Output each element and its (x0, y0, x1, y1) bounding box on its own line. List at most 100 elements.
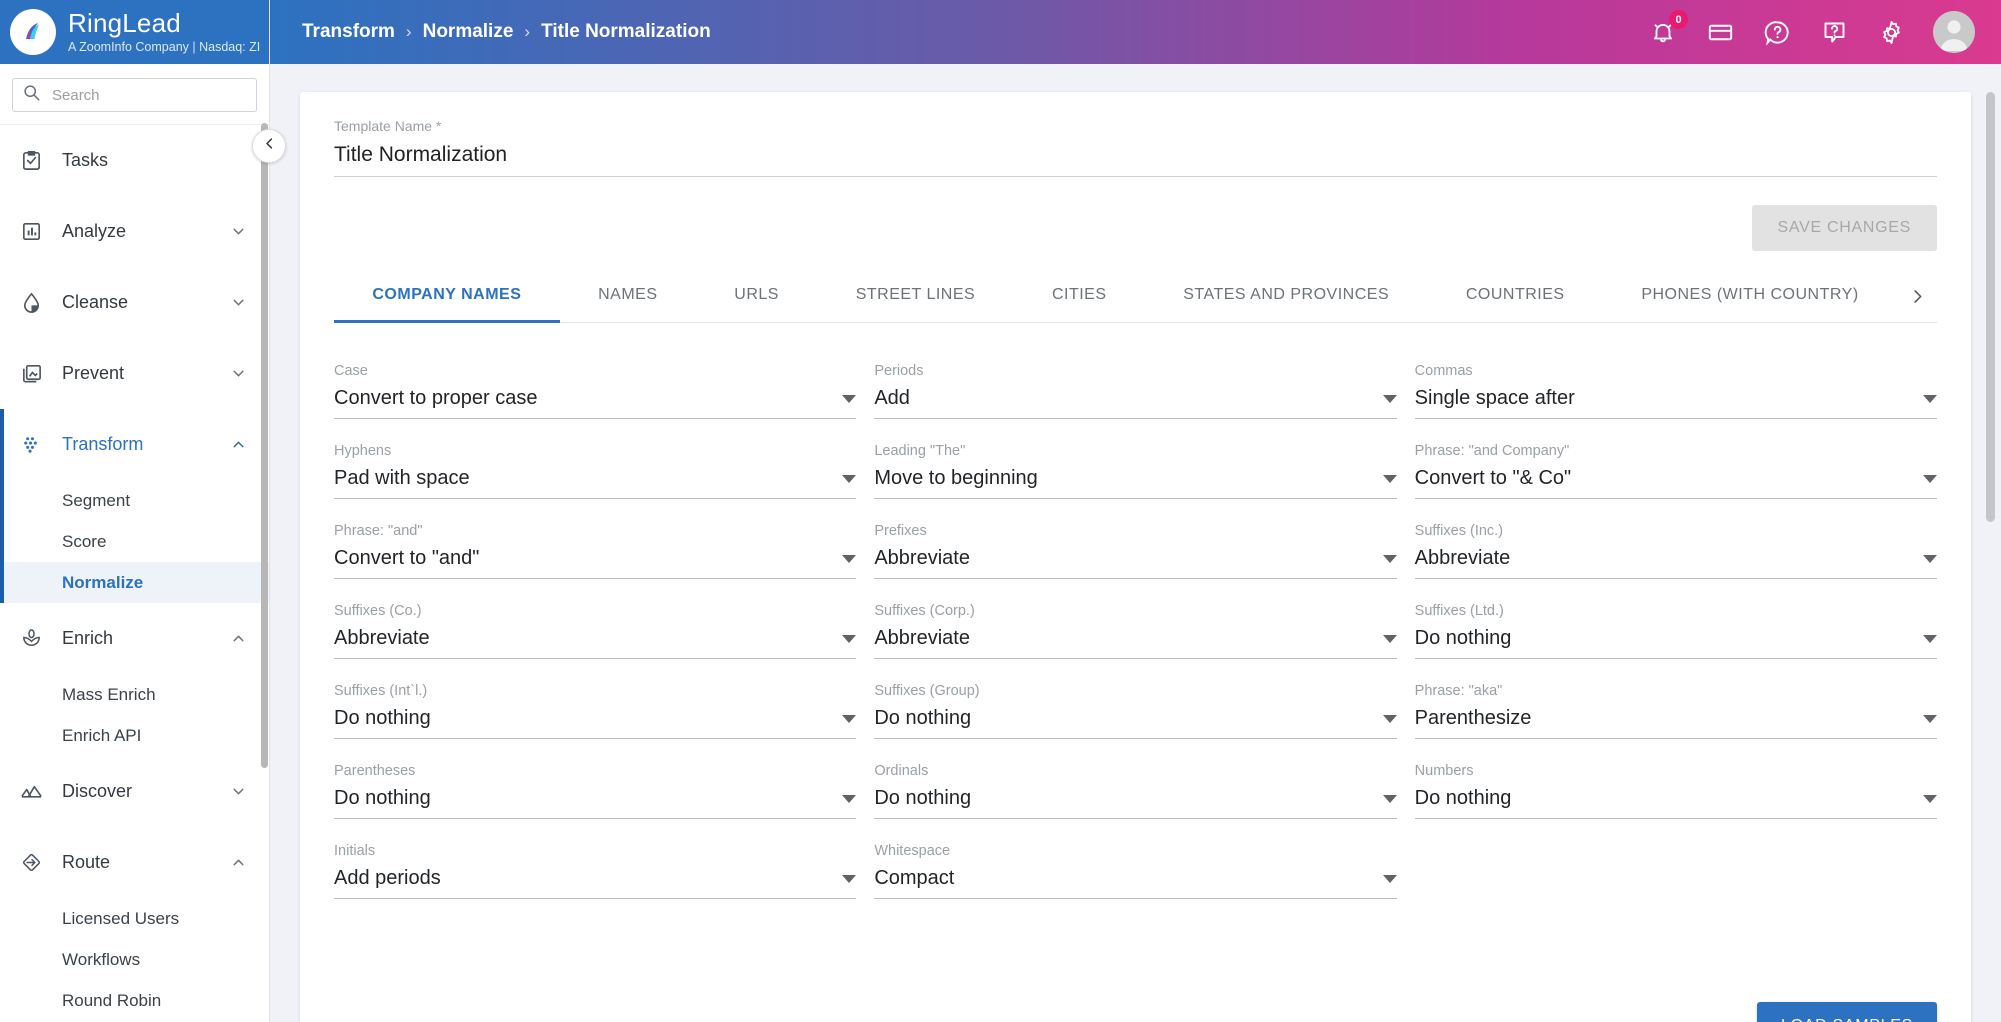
settings-gear-icon[interactable] (1876, 17, 1906, 47)
sidebar-item-workflows[interactable]: Workflows (0, 939, 269, 980)
select-suffixes-ltd[interactable]: Do nothing (1415, 627, 1937, 659)
select-numbers[interactable]: Do nothing (1415, 787, 1937, 819)
select-phrase-and-company[interactable]: Convert to "& Co" (1415, 467, 1937, 499)
sidebar-item-label: Tasks (62, 150, 247, 171)
page-scrollbar-thumb[interactable] (1986, 92, 1995, 522)
sidebar-item-score[interactable]: Score (0, 521, 269, 562)
select-phrase-and[interactable]: Convert to "and" (334, 547, 856, 579)
sidebar-item-licensed-users[interactable]: Licensed Users (0, 898, 269, 939)
user-avatar[interactable] (1933, 11, 1975, 53)
field-label: Whitespace (874, 843, 1396, 859)
chevron-down-icon[interactable] (229, 223, 247, 241)
chevron-down-icon[interactable] (229, 783, 247, 801)
sidebar-item-round-robin[interactable]: Round Robin (0, 980, 269, 1021)
sidebar-item-tasks[interactable]: Tasks (0, 125, 269, 196)
sprout-icon (18, 626, 44, 652)
field-value: Do nothing (874, 787, 1382, 810)
select-phrase-aka[interactable]: Parenthesize (1415, 707, 1937, 739)
select-suffixes-co[interactable]: Abbreviate (334, 627, 856, 659)
select-case[interactable]: Convert to proper case (334, 387, 856, 419)
sidebar-subitem-label: Licensed Users (62, 909, 179, 929)
field-suffixes-inc: Suffixes (Inc.) Abbreviate (1415, 509, 1937, 589)
search-input[interactable] (52, 87, 246, 104)
select-commas[interactable]: Single space after (1415, 387, 1937, 419)
field-label: Suffixes (Inc.) (1415, 523, 1937, 539)
select-suffixes-intl[interactable]: Do nothing (334, 707, 856, 739)
tab-street-lines[interactable]: STREET LINES (817, 270, 1013, 322)
select-suffixes-corp[interactable]: Abbreviate (874, 627, 1396, 659)
field-label: Suffixes (Co.) (334, 603, 856, 619)
save-changes-button[interactable]: SAVE CHANGES (1752, 205, 1937, 251)
tab-company-names[interactable]: COMPANY NAMES (334, 270, 560, 322)
select-periods[interactable]: Add (874, 387, 1396, 419)
sidebar-item-route[interactable]: Route (0, 827, 269, 898)
tab-phones-with-country[interactable]: PHONES (WITH COUNTRY) (1603, 270, 1897, 322)
sidebar-nav: Tasks Analyze (0, 125, 269, 1022)
chevron-down-icon[interactable] (229, 294, 247, 312)
tab-urls[interactable]: URLS (696, 270, 817, 322)
field-value: Do nothing (334, 707, 842, 730)
tab-names[interactable]: NAMES (560, 270, 696, 322)
select-initials[interactable]: Add periods (334, 867, 856, 899)
chevron-right-icon[interactable] (1897, 270, 1937, 322)
sidebar-collapse-button[interactable] (252, 129, 286, 163)
select-leading-the[interactable]: Move to beginning (874, 467, 1396, 499)
sidebar-item-segment[interactable]: Segment (0, 480, 269, 521)
chevron-up-icon[interactable] (229, 630, 247, 648)
sidebar-scrollbar-thumb[interactable] (261, 123, 268, 768)
chevron-up-icon[interactable] (229, 436, 247, 454)
search-box[interactable] (12, 78, 257, 112)
tab-countries[interactable]: COUNTRIES (1428, 270, 1603, 322)
template-name-field-group: Template Name * Title Normalization (334, 118, 1937, 177)
field-value: Parenthesize (1415, 707, 1923, 730)
select-parentheses[interactable]: Do nothing (334, 787, 856, 819)
sidebar-subitem-label: Workflows (62, 950, 140, 970)
select-prefixes[interactable]: Abbreviate (874, 547, 1396, 579)
breadcrumb-item-transform[interactable]: Transform (302, 21, 395, 43)
load-samples-button[interactable]: LOAD SAMPLES (1757, 1002, 1937, 1022)
sidebar-subitem-label: Mass Enrich (62, 685, 156, 705)
sidebar-item-label: Enrich (62, 628, 211, 649)
sidebar-item-mass-enrich[interactable]: Mass Enrich (0, 674, 269, 715)
support-chat-icon[interactable] (1819, 17, 1849, 47)
credit-card-icon[interactable] (1705, 17, 1735, 47)
chevron-down-icon (1923, 715, 1937, 723)
field-value: Abbreviate (874, 547, 1382, 570)
brand-title: RingLead (68, 10, 260, 36)
sidebar-item-normalize[interactable]: Normalize (0, 562, 269, 603)
field-suffixes-ltd: Suffixes (Ltd.) Do nothing (1415, 589, 1937, 669)
field-case: Case Convert to proper case (334, 349, 856, 429)
sidebar-item-cleanse[interactable]: Cleanse (0, 267, 269, 338)
field-suffixes-group: Suffixes (Group) Do nothing (874, 669, 1396, 749)
sidebar-item-enrich[interactable]: Enrich (0, 603, 269, 674)
notification-bell-icon[interactable]: 0 (1648, 17, 1678, 47)
select-hyphens[interactable]: Pad with space (334, 467, 856, 499)
chevron-up-icon[interactable] (229, 854, 247, 872)
template-name-input[interactable]: Title Normalization (334, 143, 1937, 177)
chevron-down-icon (1923, 795, 1937, 803)
breadcrumb-item-normalize[interactable]: Normalize (423, 21, 514, 43)
sidebar-item-label: Prevent (62, 363, 211, 384)
tab-bar: COMPANY NAMES NAMES URLS STREET LINES CI… (334, 271, 1937, 323)
brand-header[interactable]: RingLead A ZoomInfo Company | Nasdaq: ZI (0, 0, 269, 64)
field-label: Case (334, 363, 856, 379)
select-suffixes-group[interactable]: Do nothing (874, 707, 1396, 739)
dots-grid-icon (18, 432, 44, 458)
select-whitespace[interactable]: Compact (874, 867, 1396, 899)
sidebar-item-discover[interactable]: Discover (0, 756, 269, 827)
chevron-down-icon[interactable] (229, 365, 247, 383)
search-icon (23, 84, 40, 106)
chevron-down-icon (842, 875, 856, 883)
sidebar-item-enrich-api[interactable]: Enrich API (0, 715, 269, 756)
help-circle-icon[interactable] (1762, 17, 1792, 47)
sidebar-subitem-label: Enrich API (62, 726, 141, 746)
tab-states-and-provinces[interactable]: STATES AND PROVINCES (1145, 270, 1428, 322)
breadcrumb-separator: › (524, 22, 530, 42)
select-suffixes-inc[interactable]: Abbreviate (1415, 547, 1937, 579)
sidebar-item-prevent[interactable]: Prevent (0, 338, 269, 409)
tab-cities[interactable]: CITIES (1014, 270, 1145, 322)
tasks-clipboard-icon (18, 148, 44, 174)
sidebar-item-transform[interactable]: Transform (0, 409, 269, 480)
sidebar-item-analyze[interactable]: Analyze (0, 196, 269, 267)
select-ordinals[interactable]: Do nothing (874, 787, 1396, 819)
